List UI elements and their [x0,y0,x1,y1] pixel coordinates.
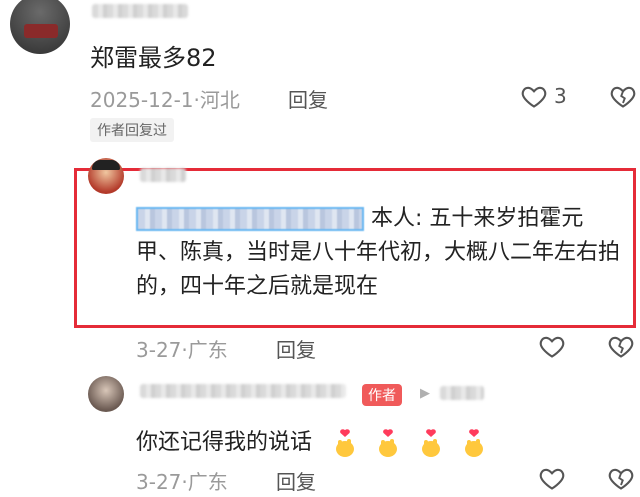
dislike-button[interactable] [606,332,636,360]
finger-heart-emoji-icon [461,428,487,458]
like-count: 3 [554,84,567,108]
finger-heart-emoji-icon [375,428,401,458]
reply-to-arrow-icon: ▶ [420,386,430,401]
reply-avatar[interactable] [88,158,124,194]
reply-body: 本人: 五十来岁拍霍元甲、陈真，当时是八十年代初，大概八二年左右拍的，四十年之后… [136,202,626,304]
username-blurred[interactable] [92,4,188,18]
heart-icon [539,336,565,358]
reply-date-location: 3-27·广东 [136,338,228,362]
author-reply-date-location: 3-27·广东 [136,470,228,494]
reply-button[interactable]: 回复 [276,466,316,495]
comment-text: 郑雷最多82 [90,44,217,72]
comment-date-location: 2025-12-1·河北 [90,88,240,112]
dislike-button[interactable] [606,464,636,492]
replied-username-blurred[interactable] [440,386,484,400]
author-reply-text: 你还记得我的说话 [136,424,497,458]
author-badge: 作者 [362,384,402,406]
broken-heart-icon [608,336,634,358]
broken-heart-icon [608,468,634,490]
like-button[interactable] [520,82,548,110]
dislike-button[interactable] [608,82,638,110]
author-replied-tag: 作者回复过 [90,118,174,142]
author-reply-body: 你还记得我的说话 [136,430,313,455]
reply-button[interactable]: 回复 [276,334,316,363]
avatar[interactable] [10,0,70,54]
finger-heart-emoji-icon [332,428,358,458]
like-button[interactable] [538,464,566,492]
finger-heart-emoji-icon [418,428,444,458]
author-username-blurred[interactable] [140,384,346,398]
reply-username-blurred[interactable] [140,168,186,182]
like-button[interactable] [538,332,566,360]
heart-icon [521,86,547,108]
broken-heart-icon [610,86,636,108]
reply-button[interactable]: 回复 [288,84,328,113]
mention-blurred[interactable] [136,207,364,231]
heart-icon [539,468,565,490]
author-avatar[interactable] [88,376,124,412]
